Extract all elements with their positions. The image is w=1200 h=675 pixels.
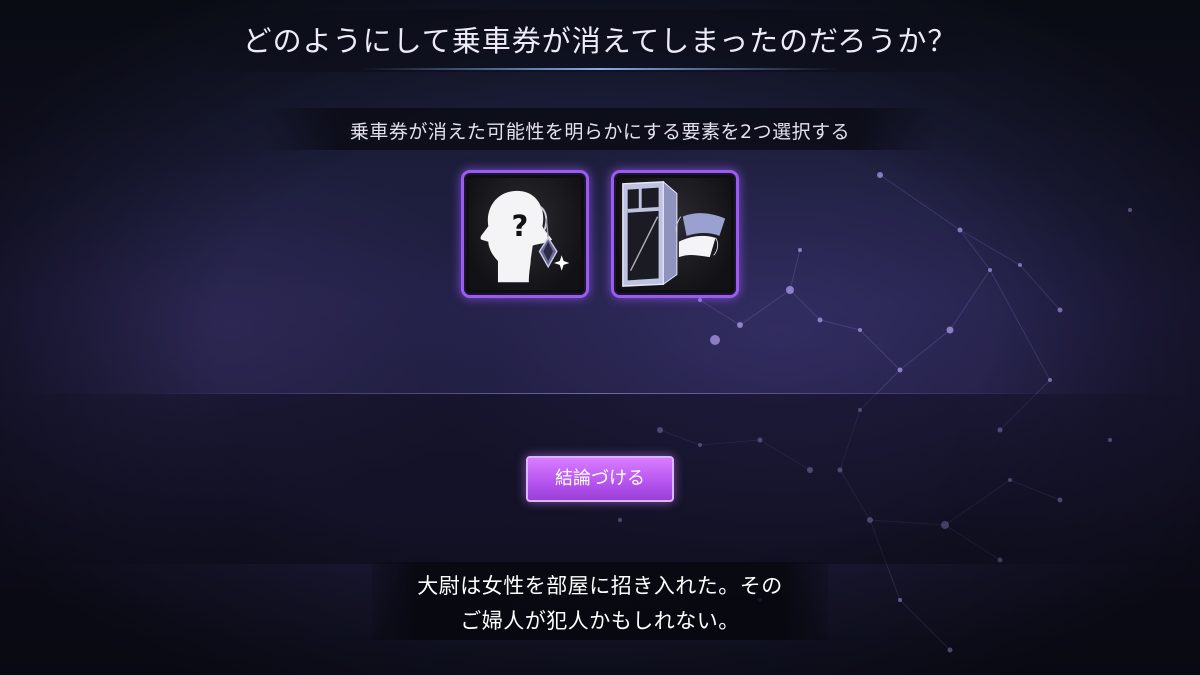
mystery-woman-earring-icon: ? bbox=[480, 190, 570, 283]
clue-card-woman-frame: ? bbox=[469, 178, 581, 290]
clue-card-woman[interactable]: ? bbox=[461, 170, 589, 298]
svg-text:?: ? bbox=[511, 209, 528, 243]
title-underline bbox=[360, 68, 840, 70]
subtitle-line: ご婦人が犯人かもしれない。 bbox=[460, 609, 740, 633]
question-title: どのようにして乗車券が消えてしまったのだろうか？ bbox=[242, 24, 958, 58]
subtitle-line: 大尉は女性を部屋に招き入れた。その bbox=[417, 574, 783, 598]
clue-card-window-frame bbox=[619, 178, 731, 290]
clue-card-window[interactable] bbox=[611, 170, 739, 298]
instruction-text: 乗車券が消えた可能性を明らかにする要素を2つ選択する bbox=[349, 121, 851, 143]
open-window-ticket-icon bbox=[622, 180, 726, 287]
conclude-button[interactable]: 結論づける bbox=[526, 456, 674, 502]
